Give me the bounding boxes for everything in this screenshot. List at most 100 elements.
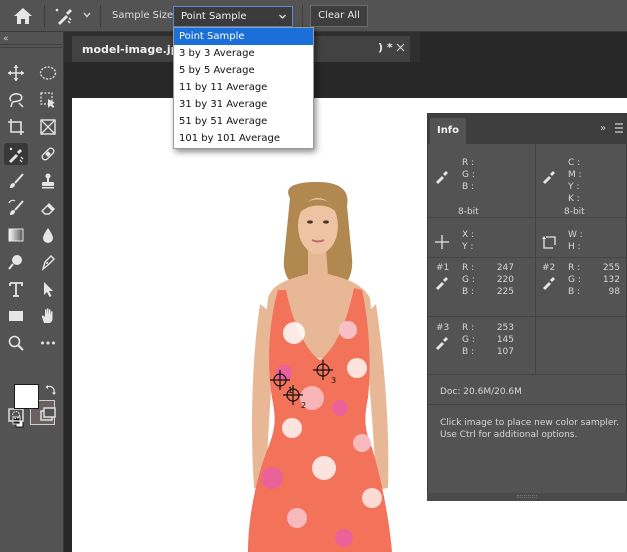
brush-tool[interactable] [4,170,28,192]
document-tab-bar: model-image.jpg ) * [64,32,627,62]
dropdown-item-3x3[interactable]: 3 by 3 Average [174,45,313,62]
document-tab-suffix: ) * [378,41,393,54]
sampler-3-label-r: R : [462,323,475,333]
path-selection-tool[interactable] [36,278,60,300]
expand-panel-button[interactable]: » [600,123,606,134]
help-text-line-1: Click image to place new color sampler. [440,418,620,428]
sampler-2-label-r: R : [568,263,581,273]
separator [100,5,101,27]
divider [428,374,626,375]
sampler-3-b-value: 107 [496,347,514,357]
tab-bar-empty-area [420,32,627,62]
info-panel-header: Info » [428,114,626,144]
eyedropper-icon [436,277,448,290]
elliptical-marquee-tool[interactable] [36,62,60,84]
brush-icon [10,173,24,188]
screen-mode-icon [40,407,56,421]
spot-healing-brush-tool[interactable] [36,143,60,165]
dropdown-item-51x51[interactable]: 51 by 51 Average [174,113,313,130]
rgb-label-b: B : [462,182,475,192]
dodge-tool[interactable] [4,251,28,273]
history-brush-icon [8,199,24,215]
object-selection-icon [40,92,55,108]
dropdown-item-11x11[interactable]: 11 by 11 Average [174,79,313,96]
object-selection-tool[interactable] [36,89,60,111]
history-brush-tool[interactable] [4,197,28,219]
eraser-tool[interactable] [36,197,60,219]
close-icon[interactable] [396,43,405,52]
blur-tool[interactable] [36,224,60,246]
gradient-icon [8,228,24,242]
color-sampler-preset-icon[interactable] [52,5,76,27]
dropdown-item-31x31[interactable]: 31 by 31 Average [174,96,313,113]
tools-panel: « [0,32,64,552]
crop-icon [8,119,24,135]
sampler-2-id: #2 [542,263,556,273]
screen-mode-button[interactable] [36,404,60,426]
clone-stamp-tool[interactable] [36,170,60,192]
cmyk-label-c: C : [568,158,581,168]
bit-depth-left: 8-bit [458,207,479,217]
sample-size-label: Sample Size: [112,10,177,21]
divider [428,257,626,258]
help-text-line-2: Use Ctrl for additional options. [440,430,578,440]
hand-tool[interactable] [36,305,60,327]
arrow-pointer-icon [44,282,53,297]
more-icon [41,341,55,345]
eyedropper-icon [436,171,448,184]
type-icon [9,282,23,297]
sampler-1-label-g: G : [462,275,475,285]
zoom-tool[interactable] [4,332,28,354]
edit-toolbar-button[interactable] [36,332,60,354]
crosshair-icon [435,235,449,249]
pen-tool[interactable] [36,251,60,273]
x-label: X : [462,230,475,240]
foreground-color-swatch[interactable] [14,384,39,409]
swap-colors-icon[interactable] [45,384,57,396]
frame-tool[interactable] [36,116,60,138]
divider [428,404,626,405]
panel-resize-grip[interactable] [427,493,627,501]
move-tool[interactable] [4,62,28,84]
grip-dots [517,495,537,498]
frame-icon [40,119,56,135]
ellipse-marquee-icon [39,66,57,80]
cmyk-label-m: M : [568,170,582,180]
move-icon [8,65,24,81]
dropdown-item-101x101[interactable]: 101 by 101 Average [174,130,313,147]
sampler-2-label-b: B : [568,287,581,297]
separator [44,5,45,27]
droplet-icon [43,228,53,243]
svg-text:2: 2 [301,401,306,410]
lasso-tool[interactable] [4,89,28,111]
dropdown-item-point-sample[interactable]: Point Sample [174,28,313,45]
sampler-3-r-value: 253 [496,323,514,333]
y-label: Y : [462,242,474,252]
sampler-3-id: #3 [436,323,450,333]
rectangle-tool[interactable] [4,305,28,327]
sampler-3-label-b: B : [462,347,475,357]
sampler-1-label-r: R : [462,263,475,273]
chevron-down-icon [279,14,286,19]
panel-menu-icon[interactable] [614,122,624,134]
bit-depth-right: 8-bit [564,207,585,217]
toolbar-grip[interactable] [0,44,64,48]
dropdown-item-5x5[interactable]: 5 by 5 Average [174,62,313,79]
crop-tool[interactable] [4,116,28,138]
tab-info[interactable]: Info [430,118,466,144]
doc-size-status: Doc: 20.6M/20.6M [440,387,522,397]
eyedropper-icon [436,337,448,350]
sample-size-select[interactable]: Point Sample [173,6,293,27]
sampler-1-label-b: B : [462,287,475,297]
chevron-down-icon[interactable] [82,10,92,20]
gradient-tool[interactable] [4,224,28,246]
divider [428,316,626,317]
clear-all-button[interactable]: Clear All [310,5,368,27]
type-tool[interactable] [4,278,28,300]
rgb-label-g: G : [462,170,475,180]
home-icon[interactable] [12,7,34,25]
sampler-3-label-g: G : [462,335,475,345]
sampler-2-g-value: 132 [602,275,620,285]
color-sampler-tool[interactable] [4,143,28,165]
collapse-toolbar-button[interactable]: « [3,34,9,44]
